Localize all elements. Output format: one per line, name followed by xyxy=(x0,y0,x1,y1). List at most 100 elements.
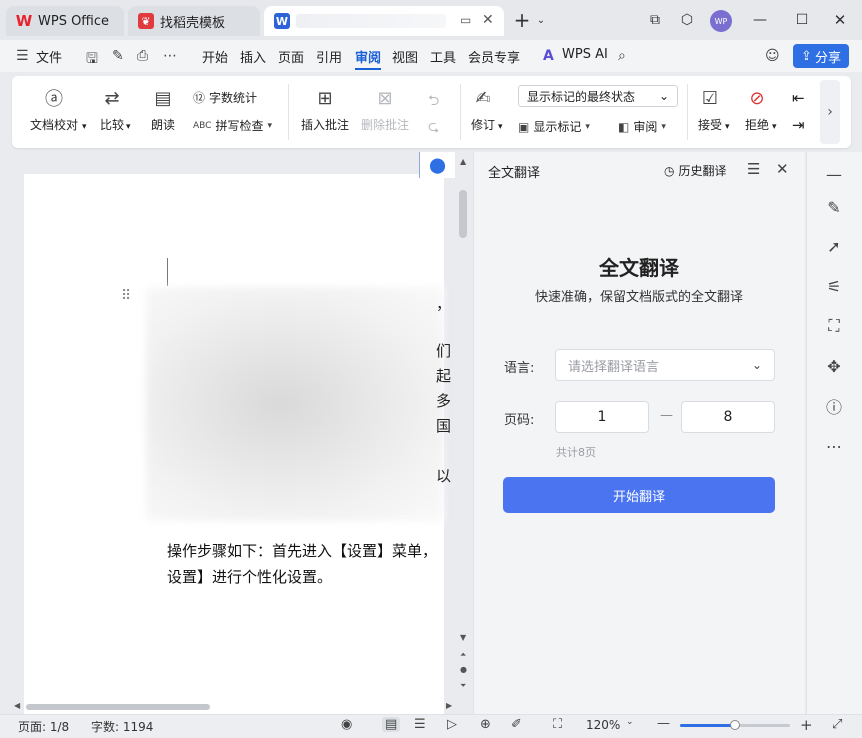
vertical-scroll-thumb[interactable] xyxy=(459,190,467,238)
menu-home[interactable]: 开始 xyxy=(202,47,228,66)
insert-comment-button[interactable]: ⊞ 插入批注 xyxy=(301,86,349,133)
translate-panel xyxy=(473,152,805,714)
chevron-down-icon[interactable]: ▾ xyxy=(498,122,503,132)
prev-comment-icon[interactable]: ⮌ xyxy=(428,90,439,114)
menu-member[interactable]: 会员专享 xyxy=(468,47,520,66)
pointer-icon[interactable]: ➚ xyxy=(822,234,846,258)
chevron-down-icon[interactable]: ⌄ xyxy=(626,717,634,727)
menu-wps-ai[interactable]: WPS AI xyxy=(562,47,608,62)
zoom-slider-handle[interactable] xyxy=(730,720,740,730)
fit-page-icon[interactable]: ⛶ xyxy=(553,717,562,732)
zoom-in-icon[interactable]: + xyxy=(800,716,813,734)
history-translation-button[interactable]: ◷ 历史翻译 xyxy=(664,162,727,179)
more-icon[interactable]: ⋯ xyxy=(163,48,177,64)
drag-handle-icon[interactable]: ⠿ xyxy=(121,289,131,303)
chevron-down-icon[interactable]: ▾ xyxy=(725,122,730,132)
prev-page-icon[interactable]: ⏶ xyxy=(460,650,466,660)
accept-button[interactable]: ☑ 接受 xyxy=(698,86,722,133)
maximize-icon[interactable]: ☐ xyxy=(792,8,812,32)
play-icon[interactable]: ▷ xyxy=(447,717,457,732)
close-tab-icon[interactable]: ✕ xyxy=(482,12,494,28)
spell-check-button[interactable]: ABC 拼写检查 ▾ xyxy=(193,117,272,134)
avatar[interactable]: WP xyxy=(710,10,732,32)
menu-icon[interactable]: ☰ xyxy=(747,160,760,178)
page-to-input[interactable]: 8 xyxy=(681,401,775,433)
pen-icon[interactable]: ✐ xyxy=(511,717,522,732)
monitor-icon[interactable]: ▭ xyxy=(460,13,471,27)
scroll-up-icon[interactable]: ▲ xyxy=(460,157,466,166)
horizontal-scroll-thumb[interactable] xyxy=(26,704,210,710)
show-markup-button[interactable]: ▣ 显示标记 ▾ xyxy=(518,118,590,135)
chevron-down-icon[interactable]: ▾ xyxy=(772,122,777,132)
adjust-icon[interactable]: ⚟ xyxy=(822,274,846,298)
eye-icon[interactable]: ◉ xyxy=(341,717,352,732)
zoom-out-icon[interactable]: — xyxy=(657,716,670,731)
ribbon-scroll-right[interactable]: › xyxy=(820,80,840,144)
print-icon[interactable]: ⎙ xyxy=(137,48,148,64)
tab-wps-office[interactable]: W WPS Office xyxy=(6,6,124,36)
menu-references[interactable]: 引用 xyxy=(316,47,342,66)
restore-window-icon[interactable]: ⧉ xyxy=(645,8,665,32)
word-count-indicator[interactable]: 字数: 1194 xyxy=(91,718,153,735)
chevron-down-icon[interactable]: ▾ xyxy=(82,122,87,132)
scroll-down-icon[interactable]: ▼ xyxy=(460,633,466,642)
chevron-down-icon[interactable]: ▾ xyxy=(126,122,131,132)
scroll-right-icon[interactable]: ▶ xyxy=(446,701,452,710)
location-pin-icon[interactable]: ⬤ xyxy=(419,152,455,178)
close-window-icon[interactable]: ✕ xyxy=(830,8,850,32)
search-icon[interactable]: ⌕ xyxy=(618,48,626,64)
brush-icon[interactable]: ✎ xyxy=(112,48,124,64)
help-icon[interactable]: ⓘ xyxy=(822,394,846,418)
next-page-icon[interactable]: ⏷ xyxy=(460,681,466,691)
document-text-line[interactable]: 设置】进行个性化设置。 xyxy=(167,566,332,587)
cube-icon[interactable]: ⬡ xyxy=(677,8,697,32)
review-pane-button[interactable]: ◧ 审阅 ▾ xyxy=(618,118,666,135)
select-browse-icon[interactable]: ● xyxy=(460,665,467,674)
menu-view[interactable]: 视图 xyxy=(392,47,418,66)
compare-button[interactable]: ⇄ 比较 xyxy=(100,86,124,133)
menu-tools[interactable]: 工具 xyxy=(430,47,456,66)
tab-document[interactable]: W ▭ ✕ xyxy=(264,6,504,36)
new-tab-icon[interactable]: + xyxy=(513,8,531,32)
minimize-icon[interactable]: — xyxy=(750,8,770,32)
menu-insert[interactable]: 插入 xyxy=(240,47,266,66)
web-view-icon[interactable]: ⊕ xyxy=(480,717,491,732)
collapse-icon[interactable]: — xyxy=(822,162,846,186)
fullscreen-icon[interactable]: ⤢ xyxy=(832,717,842,732)
reject-button[interactable]: ⊘ 拒绝 xyxy=(745,86,769,133)
read-aloud-button[interactable]: ▤ 朗读 xyxy=(151,86,175,133)
start-translation-button[interactable]: 开始翻译 xyxy=(503,477,775,513)
outline-view-icon[interactable]: ☰ xyxy=(414,717,426,732)
tab-docer-templates[interactable]: ❦ 找稻壳模板 xyxy=(128,6,260,36)
more-icon[interactable]: ⋯ xyxy=(822,434,846,458)
page-from-input[interactable]: 1 xyxy=(555,401,649,433)
hamburger-icon[interactable]: ☰ xyxy=(16,48,29,64)
share-button[interactable]: ⇪ 分享 xyxy=(793,44,849,68)
review-pane-label: 审阅 xyxy=(633,120,658,134)
zoom-level[interactable]: 120% xyxy=(586,718,620,732)
chat-icon[interactable]: ☺ xyxy=(765,48,780,64)
next-change-icon[interactable]: ⇥ xyxy=(792,116,805,134)
save-icon[interactable]: 🖫 xyxy=(86,48,98,72)
chevron-down-icon[interactable]: ⌄ xyxy=(535,8,547,32)
track-changes-button[interactable]: ✍ 修订 xyxy=(471,86,495,133)
scroll-left-icon[interactable]: ◀ xyxy=(14,701,20,710)
tools-icon[interactable]: ✥ xyxy=(822,354,846,378)
previous-change-icon[interactable]: ⇤ xyxy=(792,89,805,107)
proofread-button[interactable]: ⓐ 文档校对 xyxy=(30,86,78,133)
close-panel-icon[interactable]: ✕ xyxy=(776,160,789,178)
word-count-button[interactable]: ⑫ 字数统计 xyxy=(193,89,257,106)
next-comment-icon[interactable]: ⮎ xyxy=(428,116,439,140)
menu-review[interactable]: 审阅 xyxy=(355,47,381,66)
delete-comment-button[interactable]: ⊠ 删除批注 xyxy=(361,86,409,133)
chevron-right-icon: › xyxy=(827,104,833,120)
markup-state-select[interactable]: 显示标记的最终状态 ⌄ xyxy=(518,85,678,107)
menu-page[interactable]: 页面 xyxy=(278,47,304,66)
document-text-line[interactable]: 操作步骤如下：首先进入【设置】菜单， xyxy=(167,540,437,561)
menu-file[interactable]: 文件 xyxy=(36,47,62,66)
language-select[interactable]: 请选择翻译语言 ⌄ xyxy=(555,349,775,381)
page-view-icon[interactable]: ▤ xyxy=(382,717,401,732)
page-indicator[interactable]: 页面: 1/8 xyxy=(18,718,69,735)
pen-icon[interactable]: ✎ xyxy=(822,195,846,219)
image-edit-icon[interactable]: ⛶ xyxy=(822,314,846,338)
